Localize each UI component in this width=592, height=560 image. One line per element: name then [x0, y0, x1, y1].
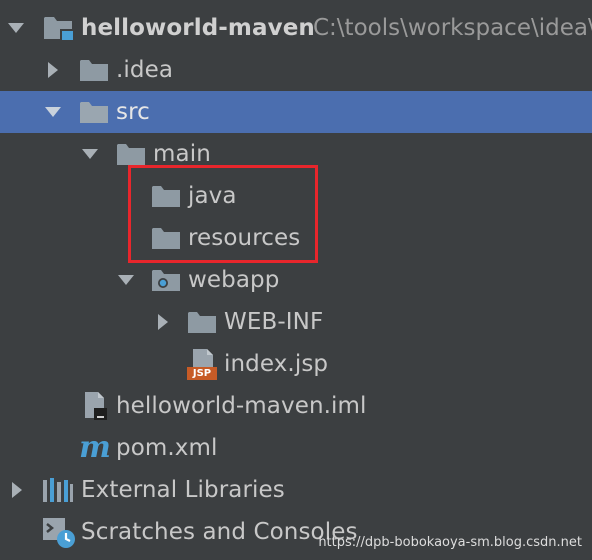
- tree-item-label: External Libraries: [81, 477, 285, 503]
- tree-item-label: pom.xml: [116, 435, 218, 461]
- tree-item-label: helloworld-maven.iml: [116, 393, 367, 419]
- jsp-file-icon: JSP: [186, 343, 218, 385]
- tree-item-root[interactable]: helloworld-maven C:\tools\workspace\idea…: [0, 7, 592, 49]
- chevron-down-icon[interactable]: [5, 7, 27, 49]
- chevron-right-icon[interactable]: [152, 301, 174, 343]
- tree-item-label: WEB-INF: [224, 309, 324, 335]
- tree-item-pom[interactable]: m pom.xml: [0, 427, 592, 469]
- chevron-down-icon[interactable]: [79, 133, 101, 175]
- tree-item-idea[interactable]: .idea: [0, 49, 592, 91]
- project-tree: helloworld-maven C:\tools\workspace\idea…: [0, 0, 592, 560]
- tree-item-webapp[interactable]: webapp: [0, 259, 592, 301]
- tree-item-src[interactable]: src: [0, 91, 592, 133]
- tree-item-label: src: [116, 99, 150, 125]
- tree-item-label: Scratches and Consoles: [81, 519, 358, 545]
- maven-icon-glyph: m: [79, 430, 111, 465]
- highlight-box: [128, 165, 318, 263]
- tree-item-webinf[interactable]: WEB-INF: [0, 301, 592, 343]
- project-path: C:\tools\workspace\idea\: [313, 15, 592, 41]
- chevron-down-icon[interactable]: [115, 259, 137, 301]
- chevron-down-icon[interactable]: [42, 91, 64, 133]
- library-icon: [42, 469, 74, 511]
- tree-item-index-jsp[interactable]: JSP index.jsp: [0, 343, 592, 385]
- folder-icon: [187, 301, 217, 343]
- jsp-badge: JSP: [192, 368, 212, 379]
- module-folder-icon: [43, 7, 77, 49]
- iml-file-icon: [80, 385, 110, 427]
- web-folder-icon: [151, 259, 181, 301]
- tree-item-external-libraries[interactable]: External Libraries: [0, 469, 592, 511]
- tree-item-label: helloworld-maven: [81, 15, 315, 41]
- maven-icon: m: [77, 427, 113, 469]
- folder-icon: [79, 49, 109, 91]
- tree-item-label: webapp: [188, 267, 280, 293]
- chevron-right-icon[interactable]: [6, 469, 28, 511]
- chevron-right-icon[interactable]: [42, 49, 64, 91]
- tree-item-label: index.jsp: [224, 351, 329, 377]
- folder-icon: [79, 91, 109, 133]
- tree-item-iml[interactable]: helloworld-maven.iml: [0, 385, 592, 427]
- tree-item-label: .idea: [116, 57, 174, 83]
- watermark: https://dpb-bobokaoya-sm.blog.csdn.net: [318, 535, 582, 550]
- scratches-icon: [42, 511, 76, 553]
